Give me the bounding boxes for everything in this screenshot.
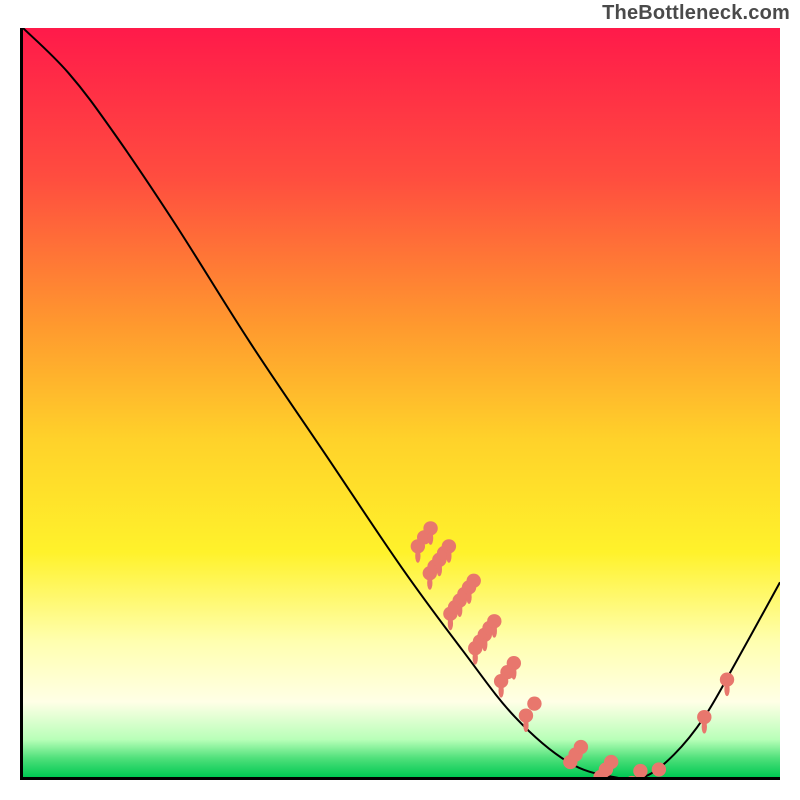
data-marker-drip xyxy=(448,617,453,630)
curve-layer xyxy=(23,28,780,777)
data-marker-drip xyxy=(427,576,432,589)
marker-group xyxy=(411,521,735,777)
data-marker xyxy=(467,574,481,588)
data-marker xyxy=(527,696,541,710)
data-marker xyxy=(652,762,666,776)
data-marker-drip xyxy=(457,604,462,617)
data-marker-drip xyxy=(466,590,471,603)
data-marker xyxy=(574,740,588,754)
data-marker-drip xyxy=(415,549,420,562)
data-marker-drip xyxy=(511,666,516,679)
data-marker-drip xyxy=(428,531,433,544)
chart-frame: TheBottleneck.com xyxy=(0,0,800,800)
attribution-label: TheBottleneck.com xyxy=(602,2,790,25)
data-marker-drip xyxy=(437,563,442,576)
data-marker-drip xyxy=(702,720,707,733)
data-marker xyxy=(604,755,618,769)
data-marker-drip xyxy=(446,549,451,562)
bottleneck-curve xyxy=(23,28,780,777)
data-marker-drip xyxy=(482,638,487,651)
data-marker-drip xyxy=(492,624,497,637)
data-marker-drip xyxy=(523,719,528,732)
data-marker-drip xyxy=(473,651,478,664)
plot-area xyxy=(20,28,780,780)
data-marker-drip xyxy=(724,683,729,696)
data-marker-drip xyxy=(498,684,503,697)
data-marker xyxy=(633,764,647,777)
